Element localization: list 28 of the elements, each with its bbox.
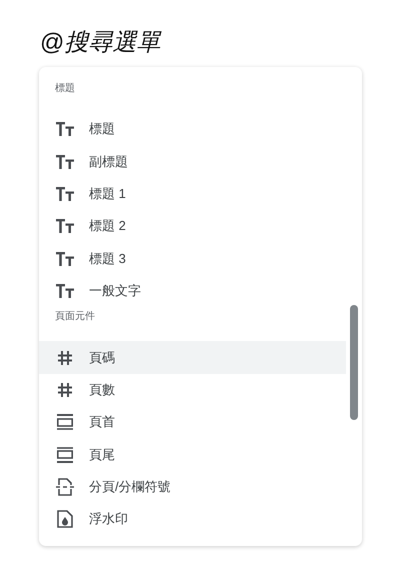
text-format-icon [56,219,74,234]
text-format-icon [56,252,74,266]
menu-item[interactable]: 浮水印 [39,503,346,536]
menu-item[interactable]: 標題 [39,113,346,146]
scrollbar-thumb[interactable] [350,305,358,420]
watermark-icon [56,510,74,528]
menu-item[interactable]: 副標題 [39,145,346,178]
header-icon [56,414,74,430]
menu-item[interactable]: 分頁/分欄符號 [39,470,346,504]
menu-item[interactable]: 頁尾 [39,438,346,471]
menu-item[interactable]: 頁碼 [39,341,346,374]
text-format-icon [56,186,74,201]
text-format-icon [56,154,74,169]
menu-item[interactable]: 標題 1 [39,178,346,210]
menu-item[interactable]: 一般文字 [39,274,346,308]
menu-item[interactable]: 頁數 [39,374,346,406]
footer-icon [56,446,74,463]
hash-icon [56,382,74,398]
text-format-icon [56,284,74,298]
menu-item[interactable]: 標題 2 [39,210,346,243]
page-break-icon [56,478,74,496]
menu-item[interactable]: 頁首 [39,406,346,439]
section-heading: 頁面元件 [54,310,96,324]
search-field[interactable]: @搜尋選單 [40,26,413,60]
hash-icon [56,350,74,366]
menu-item[interactable]: 標題 3 [39,242,346,275]
section-heading: 標題 [54,82,76,96]
text-format-icon [56,122,74,136]
